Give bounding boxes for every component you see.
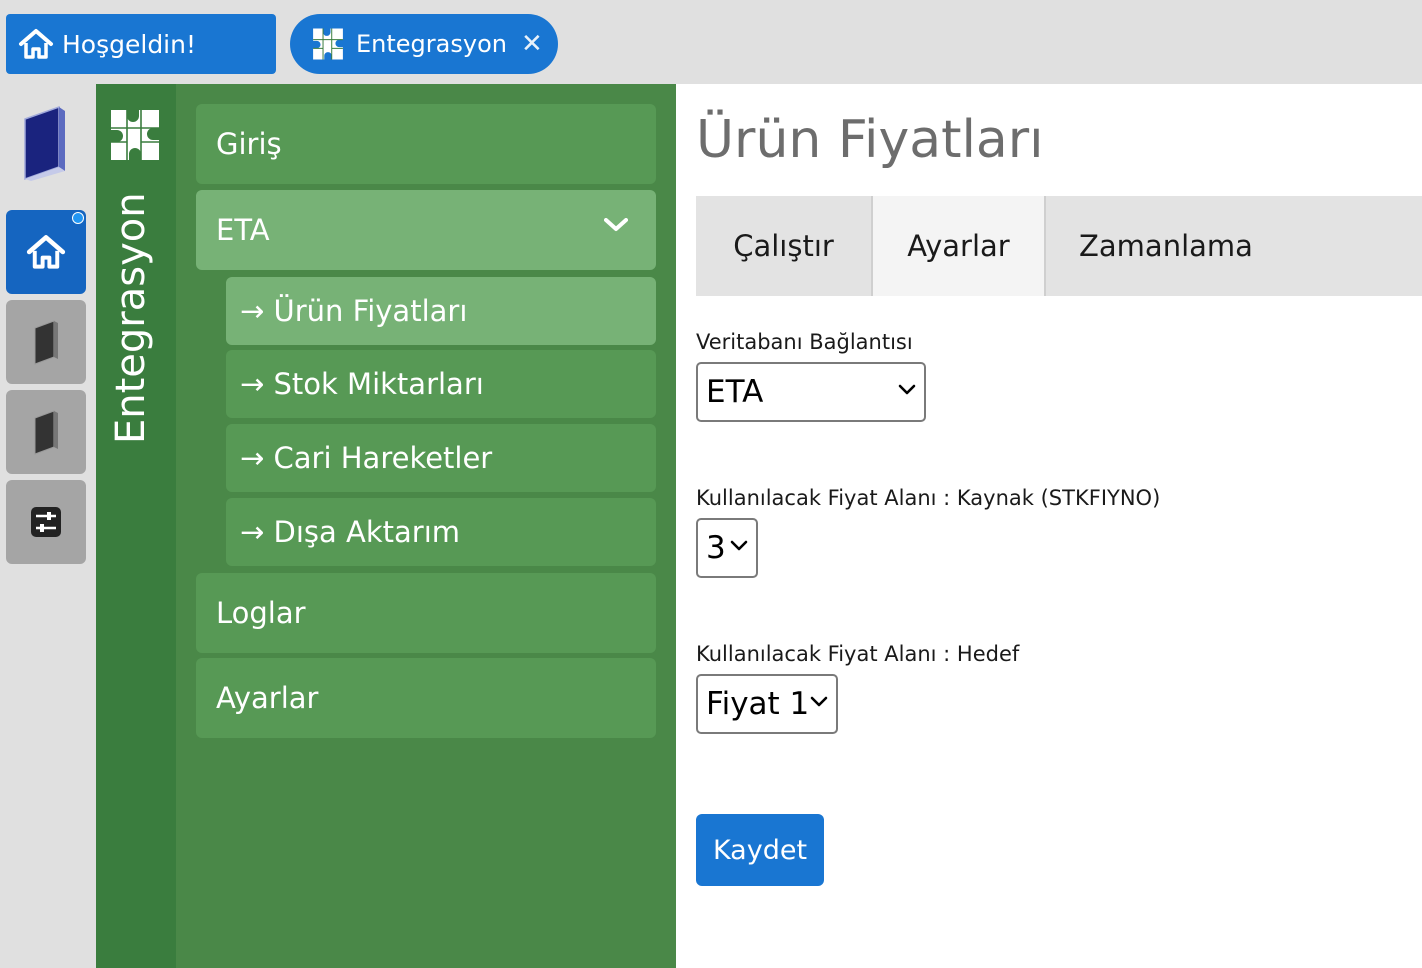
home-tab[interactable]: Hoşgeldin! [6, 14, 276, 74]
page-title: Ürün Fiyatları [696, 110, 1044, 170]
home-icon [19, 29, 53, 59]
integration-tab[interactable]: Entegrasyon ✕ [290, 14, 558, 74]
source-price-field-label: Kullanılacak Fiyat Alanı : Kaynak (STKFI… [696, 486, 1161, 510]
notification-dot [72, 212, 84, 224]
section-band: Entegrasyon [96, 84, 176, 968]
integration-tab-label: Entegrasyon [356, 30, 507, 58]
chevron-down-icon [730, 540, 748, 551]
tab-calistir[interactable]: Çalıştır [696, 196, 871, 296]
submenu-item-label: → Stok Miktarları [240, 367, 484, 401]
puzzle-icon [308, 26, 348, 62]
menu-item-label: Giriş [216, 127, 282, 161]
db-connection-label: Veritabanı Bağlantısı [696, 330, 913, 354]
target-price-field-select[interactable]: Fiyat 1 [696, 674, 838, 734]
submenu-item-urun-fiyatlari[interactable]: → Ürün Fiyatları [226, 277, 656, 345]
sliders-icon [31, 507, 61, 537]
tab-ayarlar[interactable]: Ayarlar [871, 196, 1046, 296]
submenu-item-disa-aktarim[interactable]: → Dışa Aktarım [226, 498, 656, 566]
source-price-field-select[interactable]: 3 [696, 518, 758, 578]
db-connection-value: ETA [706, 374, 764, 410]
home-icon [26, 235, 66, 269]
menu-item-label: Loglar [216, 596, 306, 630]
close-tab-icon[interactable]: ✕ [521, 29, 543, 59]
submenu-item-stok-miktarlari[interactable]: → Stok Miktarları [226, 350, 656, 418]
chevron-down-icon [810, 696, 828, 707]
home-tab-label: Hoşgeldin! [62, 29, 196, 59]
book-icon [34, 320, 58, 365]
source-price-field-value: 3 [706, 530, 726, 566]
menu-item-eta[interactable]: ETA [196, 190, 656, 270]
main-content: Ürün Fiyatları Çalıştır Ayarlar Zamanlam… [676, 84, 1422, 968]
submenu-item-label: → Dışa Aktarım [240, 515, 461, 549]
section-title: Entegrasyon [108, 192, 154, 444]
menu-item-loglar[interactable]: Loglar [196, 573, 656, 653]
save-button[interactable]: Kaydet [696, 814, 824, 886]
book-icon[interactable] [6, 100, 86, 186]
tab-bar: Çalıştır Ayarlar Zamanlama [696, 196, 1422, 296]
db-connection-select[interactable]: ETA [696, 362, 926, 422]
rail-book-button-1[interactable] [6, 300, 86, 384]
rail-book-button-2[interactable] [6, 390, 86, 474]
menu-item-label: Ayarlar [216, 681, 319, 715]
menu-item-label: ETA [216, 213, 270, 247]
menu-item-giris[interactable]: Giriş [196, 104, 656, 184]
submenu-item-cari-hareketler[interactable]: → Cari Hareketler [226, 424, 656, 492]
submenu-item-label: → Cari Hareketler [240, 441, 493, 475]
rail-home-button[interactable] [6, 210, 86, 294]
target-price-field-label: Kullanılacak Fiyat Alanı : Hedef [696, 642, 1020, 666]
book-icon [34, 410, 58, 455]
tab-zamanlama[interactable]: Zamanlama [1046, 196, 1286, 296]
submenu-item-label: → Ürün Fiyatları [240, 294, 468, 328]
side-menu: Giriş ETA → Ürün Fiyatları → Stok Miktar… [176, 84, 676, 968]
app-rail [0, 84, 96, 968]
top-tab-bar: Hoşgeldin! Entegrasyon ✕ [0, 0, 1422, 84]
rail-settings-button[interactable] [6, 480, 86, 564]
menu-item-ayarlar[interactable]: Ayarlar [196, 658, 656, 738]
chevron-down-icon [898, 384, 916, 395]
target-price-field-value: Fiyat 1 [706, 686, 810, 722]
chevron-down-icon [604, 218, 628, 231]
